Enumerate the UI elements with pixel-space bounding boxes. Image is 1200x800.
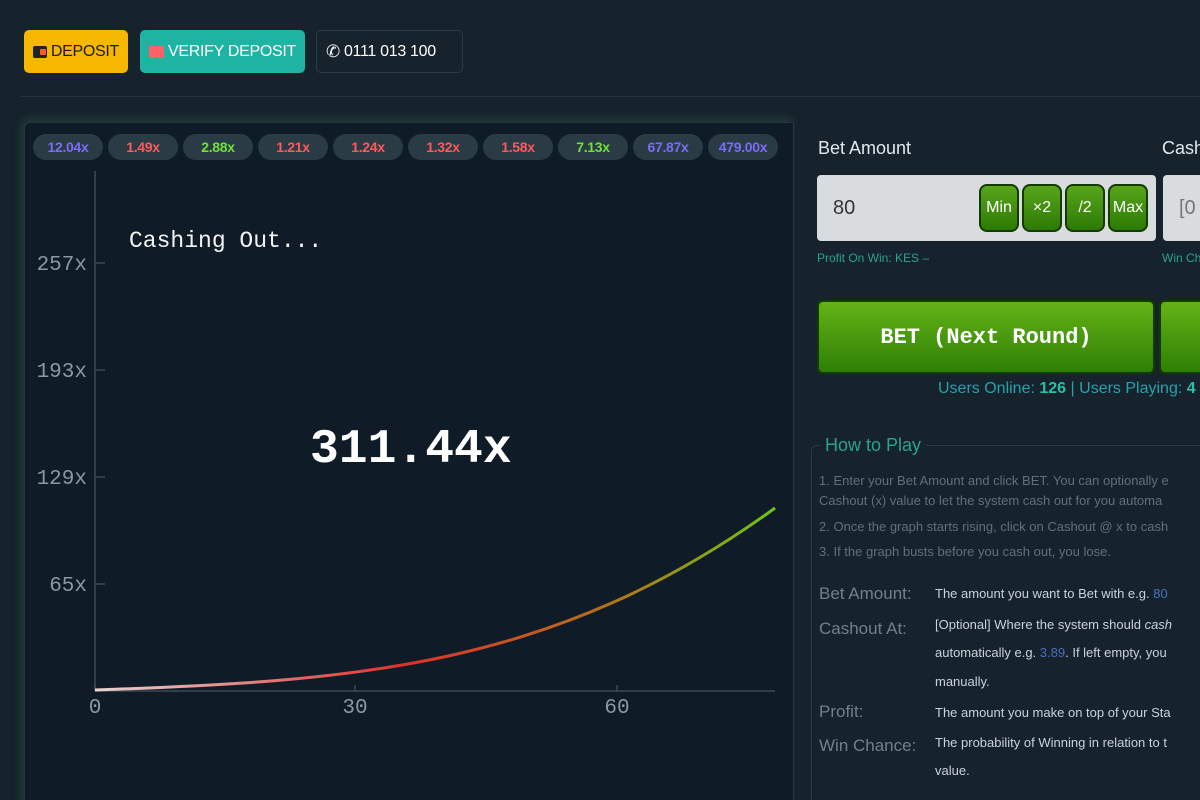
stats-separator: | — [1070, 380, 1075, 397]
definition-emphasis: cash — [1144, 617, 1173, 632]
game-panel: 12.04x 1.49x 2.88x 1.21x 1.24x 1.32x 1.58x 7.13… — [24, 122, 794, 800]
definition-example: 3.89 — [1039, 645, 1066, 660]
bet-amount-term: Bet Amount: — [819, 584, 912, 603]
current-multiplier: 311.44x — [310, 423, 512, 477]
cashout-field — [1163, 175, 1200, 241]
cashout-definition-line: manually. — [935, 674, 990, 689]
definition-text: . If left empty, you — [1065, 645, 1167, 660]
y-tick-label: 257x — [37, 254, 87, 277]
phone-number: 0111 013 100 — [343, 42, 436, 60]
cashout-input[interactable] — [1179, 193, 1200, 223]
howto-step: Cashout (x) value to let the system cash… — [819, 493, 1163, 508]
win-chance-term: Win Chance: — [819, 736, 917, 755]
bet-amount-definition: The amount you want to Bet with e.g. 80 — [935, 586, 1168, 601]
verify-deposit-label: VERIFY DEPOSIT — [168, 42, 296, 60]
bet-amount-input[interactable] — [833, 193, 973, 223]
cashout-definition-line: automatically e.g. 3.89. If left empty, … — [935, 645, 1167, 660]
x-tick-label: 60 — [604, 697, 629, 720]
definition-text: The amount you want to Bet with e.g. — [935, 586, 1150, 601]
users-playing-label: Users Playing: — [1079, 380, 1183, 397]
definition-text: [Optional] Where the system should — [935, 617, 1141, 632]
x-tick-label: 30 — [342, 697, 367, 720]
definition-example: 80 — [1153, 586, 1168, 601]
profit-definition: The amount you make on top of your Sta — [935, 705, 1171, 720]
min-button[interactable]: Min — [979, 184, 1019, 232]
win-chance-note: Win Ch — [1162, 251, 1200, 265]
y-tick-label: 193x — [37, 361, 87, 384]
profit-term: Profit: — [819, 702, 864, 721]
deposit-label: DEPOSIT — [50, 42, 119, 60]
cashout-label: Cash — [1162, 138, 1200, 158]
users-playing-count: 4 — [1186, 380, 1196, 397]
users-online-label: Users Online: — [938, 380, 1035, 397]
verify-deposit-button[interactable]: VERIFY DEPOSIT — [140, 30, 305, 73]
bet-controls-panel: Bet Amount Cash Min ×2 /2 Max Profit On … — [795, 122, 1200, 800]
phone-icon: ✆ — [326, 42, 340, 61]
users-online-count: 126 — [1039, 380, 1067, 397]
win-chance-definition: The probability of Winning in relation t… — [935, 735, 1167, 750]
howto-step: 1. Enter your Bet Amount and click BET. … — [819, 473, 1169, 488]
cashout-at-term: Cashout At: — [819, 619, 907, 638]
double-button[interactable]: ×2 — [1022, 184, 1062, 232]
users-stats: Users Online: 126 | Users Playing: 4 — [938, 380, 1196, 398]
bet-amount-label: Bet Amount — [818, 138, 912, 158]
phone-button[interactable]: ✆ 0111 013 100 — [316, 30, 463, 73]
wallet-icon — [33, 45, 47, 58]
x-tick-label: 0 — [89, 697, 102, 720]
cashout-button[interactable] — [1159, 300, 1200, 374]
win-chance-definition: value. — [935, 763, 970, 778]
cashout-definition-line: [Optional] Where the system should cash — [935, 617, 1172, 632]
y-tick-label: 65x — [49, 575, 87, 598]
definition-text: automatically e.g. — [935, 645, 1037, 660]
top-toolbar: DEPOSIT VERIFY DEPOSIT ✆ 0111 013 100 — [0, 0, 1200, 98]
game-status-text: Cashing Out... — [129, 228, 323, 254]
card-icon — [149, 45, 165, 58]
how-to-play-title: How to Play — [820, 435, 927, 456]
toolbar-divider — [20, 96, 1200, 97]
y-tick-label: 129x — [37, 468, 87, 491]
max-button[interactable]: Max — [1108, 184, 1148, 232]
bet-button[interactable]: BET (Next Round) — [817, 300, 1155, 374]
howto-step: 3. If the graph busts before you cash ou… — [819, 544, 1111, 559]
multiplier-curve — [94, 506, 776, 692]
half-button[interactable]: /2 — [1065, 184, 1105, 232]
deposit-button[interactable]: DEPOSIT — [24, 30, 128, 73]
howto-step: 2. Once the graph starts rising, click o… — [819, 519, 1169, 534]
bet-amount-field: Min ×2 /2 Max — [817, 175, 1156, 241]
profit-on-win-note: Profit On Win: KES – — [817, 251, 930, 265]
